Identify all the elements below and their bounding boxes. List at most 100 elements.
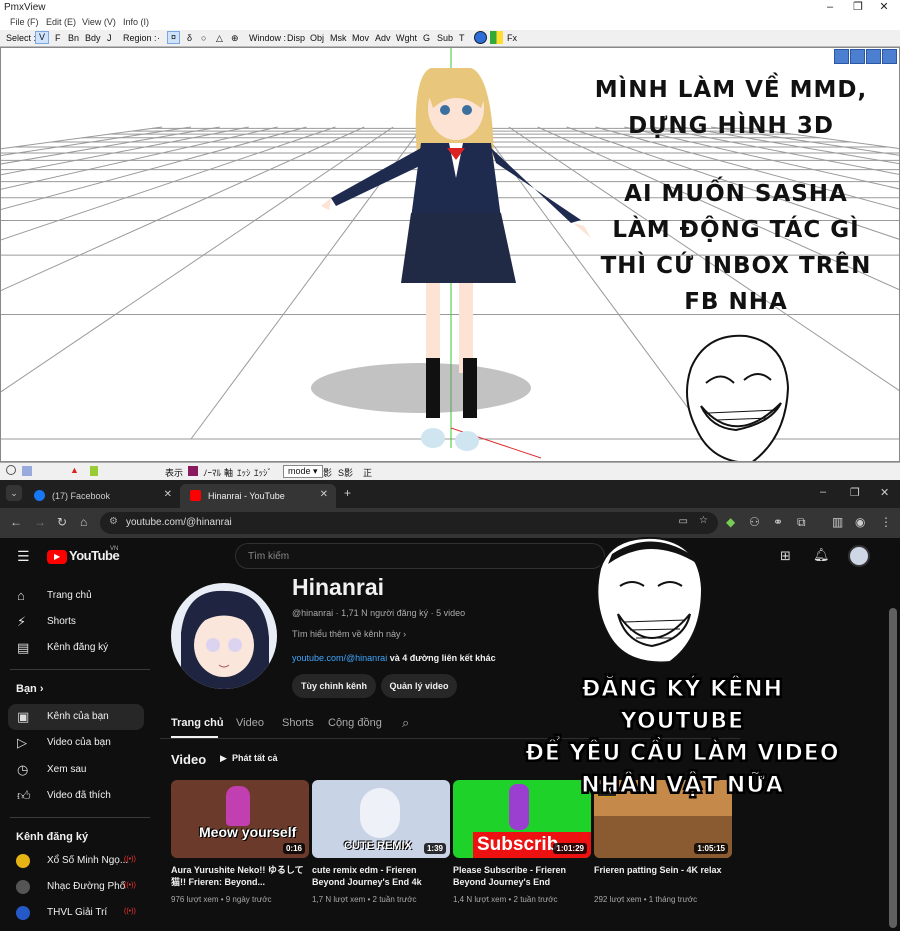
window-t[interactable]: T xyxy=(459,33,465,43)
close-window-button[interactable]: ✕ xyxy=(880,486,889,499)
tab-youtube[interactable]: Hinanrai - YouTube ✕ xyxy=(180,484,336,508)
grid-color-icon[interactable] xyxy=(490,31,503,44)
maximize-button[interactable]: ❐ xyxy=(850,486,860,499)
tab-community[interactable]: Cộng đồng xyxy=(328,717,382,729)
s-shadow-toggle[interactable]: S影 xyxy=(338,466,353,479)
rotate-view-icon[interactable] xyxy=(882,49,897,64)
new-tab-icon[interactable]: + xyxy=(344,486,351,500)
extension-icon-3[interactable]: ⚭ xyxy=(773,515,783,529)
menu-view[interactable]: View (V) xyxy=(82,17,116,27)
globe-icon[interactable] xyxy=(474,31,487,44)
chrome-menu-icon[interactable]: ⋮ xyxy=(880,515,892,529)
status-dot-icon[interactable] xyxy=(6,465,16,475)
zoom-view-icon[interactable] xyxy=(866,49,881,64)
menu-file[interactable]: File (F) xyxy=(10,17,39,27)
sidebar-subscription[interactable]: Xổ Số Minh Ngọ... ((•)) xyxy=(0,848,150,874)
sidebar-subscription[interactable]: Nhạc Đường Phố ((•)) xyxy=(0,874,150,900)
tab-search-icon[interactable]: ⌄ xyxy=(6,485,22,501)
profile-icon[interactable]: ◉ xyxy=(855,515,865,529)
manage-videos-button[interactable]: Quản lý video xyxy=(381,674,457,698)
sidebar-item-watch-later[interactable]: ◷ Xem sau xyxy=(0,757,150,783)
extension-icon-1[interactable]: ◆ xyxy=(726,515,735,529)
triangle-icon[interactable]: ▲ xyxy=(70,465,79,475)
window-wght[interactable]: Wght xyxy=(396,33,417,43)
window-adv[interactable]: Adv xyxy=(375,33,391,43)
customize-channel-button[interactable]: Tùy chỉnh kênh xyxy=(292,674,376,698)
more-links[interactable]: và 4 đường liên kết khác xyxy=(390,653,496,663)
sidebar-item-home[interactable]: ⌂ Trang chủ xyxy=(0,583,150,609)
side-panel-icon[interactable]: ▥ xyxy=(832,515,843,529)
video-title[interactable]: Frieren patting Sein - 4K relax xyxy=(594,864,732,890)
tab-home[interactable]: Trang chủ xyxy=(171,717,224,729)
fx-button[interactable]: Fx xyxy=(507,33,517,43)
region-circle[interactable]: ○ xyxy=(201,33,206,43)
pan-view-icon[interactable] xyxy=(850,49,865,64)
tab-videos[interactable]: Video xyxy=(236,717,264,729)
youtube-logo-icon[interactable]: ▶ xyxy=(47,550,67,564)
light-icon[interactable] xyxy=(90,466,98,476)
video-thumbnail[interactable]: Meow yourself 0:16 xyxy=(171,780,309,858)
region-rect[interactable]: ¤ xyxy=(167,31,181,44)
sidebar-item-your-videos[interactable]: ▷ Video của bạn xyxy=(0,730,150,756)
select-face[interactable]: F xyxy=(55,33,61,43)
notifications-bell-icon[interactable]: 🔔︎ xyxy=(813,547,830,563)
back-icon[interactable]: ← xyxy=(10,515,22,529)
window-msk[interactable]: Msk xyxy=(330,33,347,43)
bookmark-star-icon[interactable]: ☆ xyxy=(699,515,708,526)
sidebar-item-liked[interactable]: 👍︎ Video đã thích xyxy=(0,783,150,809)
select-joint[interactable]: J xyxy=(107,33,112,43)
you-heading[interactable]: Bạn › xyxy=(16,683,44,695)
sidebar-subscription[interactable]: THVL Giải Trí ((•)) xyxy=(0,900,150,926)
window-mov[interactable]: Mov xyxy=(352,33,369,43)
mode-select[interactable]: mode ▾ xyxy=(283,465,323,478)
tab-facebook[interactable]: (17) Facebook ✕ xyxy=(24,484,180,508)
minimize-button[interactable]: – xyxy=(820,486,826,498)
material-color-icon[interactable] xyxy=(188,466,198,476)
status-item-edge[interactable]: ｴｯｼ xyxy=(237,466,251,479)
about-link[interactable]: Tìm hiểu thêm về kênh này › xyxy=(292,629,406,639)
channel-link[interactable]: youtube.com/@hinanrai xyxy=(292,653,387,663)
status-item-axis[interactable]: 軸 xyxy=(224,466,233,479)
close-button[interactable]: ✕ xyxy=(870,0,898,16)
sidebar-item-shorts[interactable]: ⚡︎ Shorts xyxy=(0,609,150,635)
create-video-icon[interactable]: ⊞ xyxy=(780,548,791,564)
scrollbar-thumb[interactable] xyxy=(889,608,897,928)
select-vertex[interactable]: V xyxy=(35,31,50,44)
play-all-button[interactable]: ▶ Phát tất cả xyxy=(220,753,277,764)
close-tab-icon[interactable]: ✕ xyxy=(320,489,328,500)
site-info-icon[interactable]: ⚙ xyxy=(109,516,118,527)
hamburger-menu-icon[interactable]: ☰ xyxy=(17,548,30,565)
sidebar-item-subscriptions[interactable]: ▤ Kênh đăng ký xyxy=(0,635,150,661)
sidebar-item-your-channel[interactable]: ▣ Kênh của bạn xyxy=(8,704,144,730)
window-g[interactable]: G xyxy=(423,33,430,43)
select-bone[interactable]: Bn xyxy=(68,33,79,43)
avatar[interactable] xyxy=(848,545,870,567)
channel-search-icon[interactable]: ⌕ xyxy=(402,715,409,731)
channel-avatar[interactable] xyxy=(171,583,277,689)
shadow-toggle[interactable]: 影 xyxy=(323,466,332,479)
3d-viewport[interactable]: MÌNH LÀM VỀ MMD, DỰNG HÌNH 3D AI MUỐN SA… xyxy=(0,47,900,462)
region-dot-icon[interactable]: · xyxy=(157,33,160,43)
region-lasso[interactable]: δ xyxy=(187,33,192,43)
select-body[interactable]: Bdy xyxy=(85,33,101,43)
ortho-toggle[interactable]: 正 xyxy=(363,466,372,479)
status-item-normal[interactable]: ﾉｰﾏﾙ xyxy=(203,466,221,479)
video-title[interactable]: Aura Yurushite Neko!! ゆるして猫!! Frieren: B… xyxy=(171,864,309,890)
cast-icon[interactable]: ▭ xyxy=(679,516,688,527)
address-bar[interactable]: ⚙ youtube.com/@hinanrai ▭ ☆ xyxy=(100,512,718,534)
status-item-display[interactable]: 表示 xyxy=(165,466,183,479)
extension-icon-2[interactable]: ⚇ xyxy=(749,515,760,529)
maximize-button[interactable]: ❐ xyxy=(844,0,872,16)
color-swatch-icon[interactable] xyxy=(22,466,32,476)
close-tab-icon[interactable]: ✕ xyxy=(164,489,172,500)
region-target[interactable]: ⊕ xyxy=(231,33,239,44)
menu-edit[interactable]: Edit (E) xyxy=(46,17,76,27)
minimize-button[interactable]: – xyxy=(816,0,844,16)
video-card[interactable]: Meow yourself 0:16 Aura Yurushite Neko!!… xyxy=(171,780,309,904)
region-triangle[interactable]: △ xyxy=(216,33,223,44)
forward-icon[interactable]: → xyxy=(34,515,46,529)
window-obj[interactable]: Obj xyxy=(310,33,324,43)
video-title[interactable]: cute remix edm - Frieren Beyond Journey'… xyxy=(312,864,450,890)
tab-shorts[interactable]: Shorts xyxy=(282,717,314,729)
search-input[interactable]: Tìm kiếm xyxy=(235,543,605,569)
